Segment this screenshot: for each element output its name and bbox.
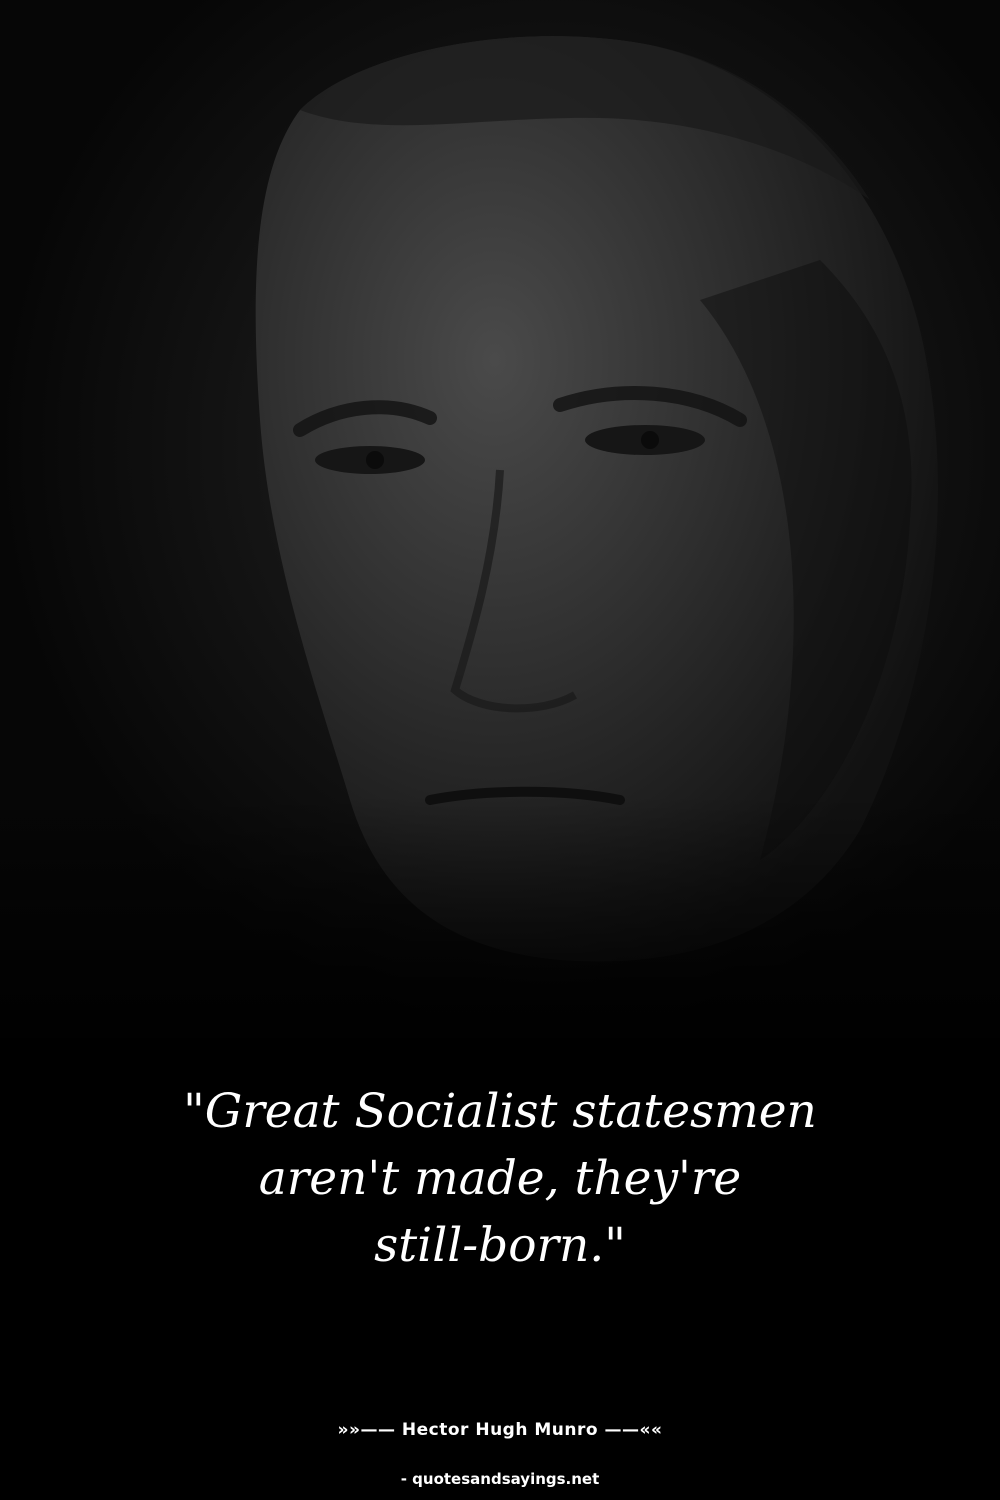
- author-line: »»—— Hector Hugh Munro ——««: [337, 1420, 663, 1440]
- portrait-photo: [0, 0, 1000, 1060]
- quote-poster: "Great Socialist statesmen aren't made, …: [0, 0, 1000, 1500]
- quote-text: "Great Socialist statesmen aren't made, …: [183, 1084, 817, 1273]
- source-credit: - quotesandsayings.net: [400, 1470, 600, 1488]
